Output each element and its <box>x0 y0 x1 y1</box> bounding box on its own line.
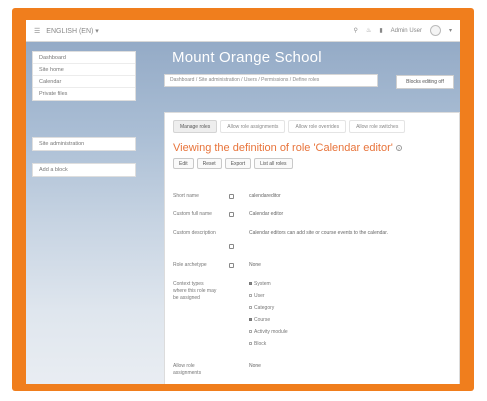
navigation-block: Dashboard Site home Calendar Private fil… <box>32 51 136 101</box>
site-administration-link[interactable]: Site administration <box>33 138 135 150</box>
context-option-system: System <box>249 281 271 287</box>
checkbox-icon <box>249 294 252 298</box>
avatar[interactable] <box>429 25 441 36</box>
archetype-value: None <box>249 262 261 268</box>
blocks-editing-button[interactable]: Blocks editing off <box>396 75 454 89</box>
breadcrumb[interactable]: Dashboard / Site administration / Users … <box>164 74 378 87</box>
archetype-label: Role archetype <box>173 262 207 268</box>
tab-allow-role-assignments[interactable]: Allow role assignments <box>220 120 286 133</box>
context-option-course: Course <box>249 317 270 323</box>
main-content: Manage roles Allow role assignments Allo… <box>164 112 460 384</box>
bell-icon[interactable]: ♨ <box>366 27 371 34</box>
add-a-block-link[interactable]: Add a block <box>33 164 135 176</box>
page-title: Viewing the definition of role 'Calendar… <box>173 142 402 154</box>
user-name[interactable]: Admin User <box>391 28 422 34</box>
checkbox-icon <box>249 306 252 310</box>
hamburger-icon[interactable]: ☰ <box>34 27 40 35</box>
chat-icon[interactable]: ▮ <box>379 27 382 34</box>
tab-manage-roles[interactable]: Manage roles <box>173 120 218 133</box>
role-tabs: Manage roles Allow role assignments Allo… <box>173 120 406 133</box>
context-option-category: Category <box>249 305 274 311</box>
short-name-label: Short name <box>173 193 199 199</box>
language-menu[interactable]: ENGLISH (EN) ▾ <box>46 27 99 35</box>
edit-button[interactable]: Edit <box>173 158 194 169</box>
description-help-icon[interactable] <box>229 244 234 249</box>
help-icon[interactable]: ? <box>395 145 402 152</box>
tab-allow-role-overrides[interactable]: Allow role overrides <box>288 120 347 133</box>
description-label: Custom description <box>173 230 216 236</box>
add-block: Add a block <box>32 163 136 177</box>
list-all-roles-button[interactable]: List all roles <box>254 158 293 169</box>
nav-left: ☰ ENGLISH (EN) ▾ <box>34 27 99 35</box>
nav-item-calendar[interactable]: Calendar <box>33 76 135 88</box>
page-title-text: Viewing the definition of role 'Calendar… <box>173 142 393 154</box>
administration-block: Site administration <box>32 137 136 151</box>
description-value: Calendar editors can add site or course … <box>249 230 388 236</box>
app-screen: ☰ ENGLISH (EN) ▾ ⚲ ♨ ▮ Admin User ▾ Dash… <box>26 20 460 384</box>
allow-assignments-label: Allow role assignments <box>173 363 202 376</box>
checkbox-icon <box>249 282 252 286</box>
short-name-value: calendareditor <box>249 193 281 199</box>
nav-item-dashboard[interactable]: Dashboard <box>33 52 135 64</box>
checkbox-icon <box>249 342 252 346</box>
full-name-help-icon[interactable] <box>229 212 234 217</box>
export-button[interactable]: Export <box>224 158 252 169</box>
reset-button[interactable]: Reset <box>196 158 222 169</box>
short-name-help-icon[interactable] <box>229 194 234 199</box>
context-types-label: Context types where this role may be ass… <box>173 281 217 301</box>
site-title[interactable]: Mount Orange School <box>172 49 322 66</box>
context-option-activity-module: Activity module <box>249 329 288 335</box>
full-name-value: Calendar editor <box>249 211 284 217</box>
checkbox-icon <box>249 318 252 322</box>
role-action-buttons: Edit Reset Export List all roles <box>173 158 293 169</box>
nav-item-site-home[interactable]: Site home <box>33 64 135 76</box>
context-option-user: User <box>249 293 265 299</box>
search-icon[interactable]: ⚲ <box>354 27 358 34</box>
top-navbar: ☰ ENGLISH (EN) ▾ ⚲ ♨ ▮ Admin User ▾ <box>26 20 460 42</box>
allow-assignments-value: None <box>249 363 261 369</box>
nav-right: ⚲ ♨ ▮ Admin User ▾ <box>354 25 452 36</box>
full-name-label: Custom full name <box>173 211 212 217</box>
archetype-help-icon[interactable] <box>229 263 234 268</box>
tab-allow-role-switches[interactable]: Allow role switches <box>349 120 406 133</box>
checkbox-icon <box>249 330 252 334</box>
context-option-block: Block <box>249 341 266 347</box>
user-menu-caret[interactable]: ▾ <box>449 27 452 34</box>
nav-item-private-files[interactable]: Private files <box>33 88 135 100</box>
